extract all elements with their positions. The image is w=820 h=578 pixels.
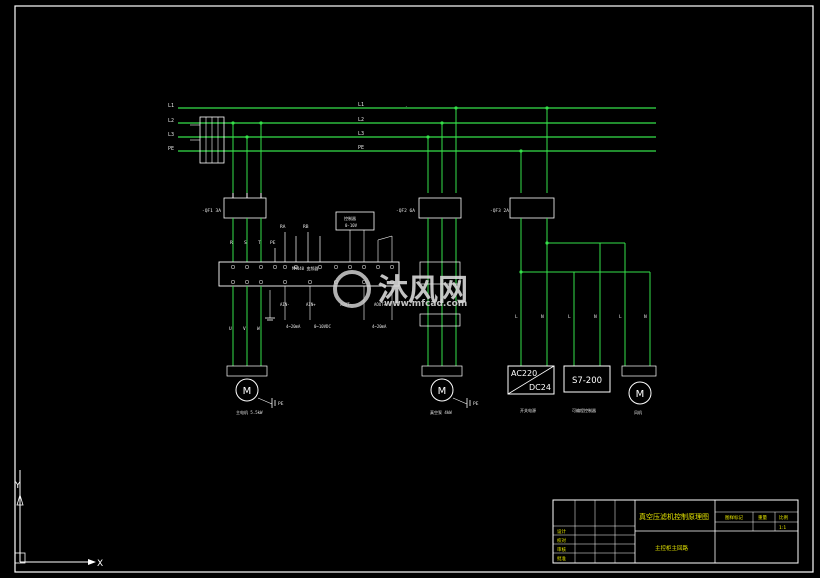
ucs-icon: Y X — [14, 470, 103, 569]
psu-caption: 开关电源 — [520, 407, 536, 413]
breaker-qf2 — [418, 197, 462, 219]
controller-sub: 0-10V — [345, 223, 358, 228]
title-block-field: 审核 — [557, 546, 566, 553]
title-block-field: 校对 — [557, 537, 566, 544]
right-branch: -QF3 2A L N L N L N AC220 DC24 开关电源 S7-2… — [490, 106, 657, 415]
bus-label: L2 — [168, 118, 174, 124]
bus-label: L1 — [168, 103, 174, 109]
signal-label: 4~20mA — [286, 324, 301, 329]
motor-caption: 主电机 5.5kW — [236, 409, 263, 415]
motor-terminal: W — [257, 326, 260, 332]
bus-label: L1 — [358, 102, 364, 108]
bus-label: PE — [358, 145, 364, 151]
signal-label: 4~20mA — [372, 324, 387, 329]
title-block-field: 设计 — [557, 528, 566, 535]
motor-letter: M — [243, 386, 252, 397]
terminal-label: AIN+ — [306, 302, 316, 307]
drawing-title: 真空压滤机控制原理图 — [639, 512, 709, 521]
title-block-field: 批准 — [557, 555, 566, 562]
signal-label: 0~10VDC — [314, 324, 331, 329]
terminal-label: RA — [280, 224, 286, 230]
bus-label: L2 — [358, 117, 364, 123]
cad-drawing-canvas: L1 L2 L3 PE L1 L2 L3 PE -QF1 3A R S T PE… — [14, 5, 814, 573]
terminal-label: S — [244, 240, 247, 246]
title-block-field: 比例 — [779, 514, 788, 521]
pe-label: PE — [473, 401, 479, 407]
watermark: 沐风网 www.mfcad.com — [333, 270, 468, 309]
terminal-label: R — [230, 240, 233, 246]
title-block-field: 重量 — [758, 514, 767, 521]
wire-label: L — [568, 314, 571, 320]
breaker-label: -QF1 3A — [202, 208, 221, 214]
terminal-label: RB — [303, 224, 309, 230]
title-block-value: 1:1 — [779, 525, 786, 531]
ucs-x-label: X — [97, 559, 103, 569]
motor-letter: M — [438, 386, 447, 397]
bus-label: PE — [168, 146, 174, 152]
dot-marker: · — [405, 104, 407, 109]
middle-branch: -QF2 6A M 真空泵 4kW PE — [396, 106, 479, 415]
wire-label: N — [541, 314, 544, 320]
breaker-qf1 — [223, 197, 267, 219]
controller-label: 控制器 — [344, 215, 356, 221]
plc-caption: 可编程控制器 — [572, 407, 596, 413]
fan-motor-letter: M — [636, 389, 645, 400]
psu-input: AC220 — [511, 369, 537, 378]
bus-label: L3 — [358, 131, 364, 137]
motor-terminal: U — [229, 326, 232, 332]
psu-output: DC24 — [529, 383, 551, 392]
plc-label: S7-200 — [572, 376, 602, 386]
wire-label: L — [515, 314, 518, 320]
terminal-label: PE — [270, 240, 276, 246]
drawing-subtitle: 主控柜主回路 — [655, 544, 689, 552]
breaker-label: -QF3 2A — [490, 208, 509, 214]
controller-box: 控制器 0-10V — [335, 211, 393, 262]
motor-terminal: V — [243, 326, 246, 332]
main-switch — [190, 116, 225, 164]
bus-label: L3 — [168, 132, 174, 138]
title-block: 真空压滤机控制原理图 主控柜主回路 设计 校对 审核 批准 图样标记 重量 比例… — [552, 499, 799, 564]
wire-label: N — [594, 314, 597, 320]
fan-caption: 风机 — [634, 409, 642, 415]
pe-label: PE — [278, 401, 284, 407]
wire-label: L — [619, 314, 622, 320]
inverter-label: MM440 变频器 — [292, 265, 318, 271]
left-branch: -QF1 3A R S T PE RA RB MM440 变频器 AIN- AI… — [202, 121, 400, 415]
breaker-qf3 — [509, 197, 555, 219]
bus-bars: L1 L2 L3 PE L1 L2 L3 PE — [168, 102, 656, 152]
watermark-url: www.mfcad.com — [384, 299, 467, 309]
breaker-label: -QF2 6A — [396, 208, 415, 214]
title-block-field: 图样标记 — [725, 514, 743, 521]
motor-caption: 真空泵 4kW — [430, 409, 452, 415]
terminal-label: T — [258, 240, 261, 246]
wire-label: N — [644, 314, 647, 320]
ucs-y-label: Y — [14, 481, 21, 491]
